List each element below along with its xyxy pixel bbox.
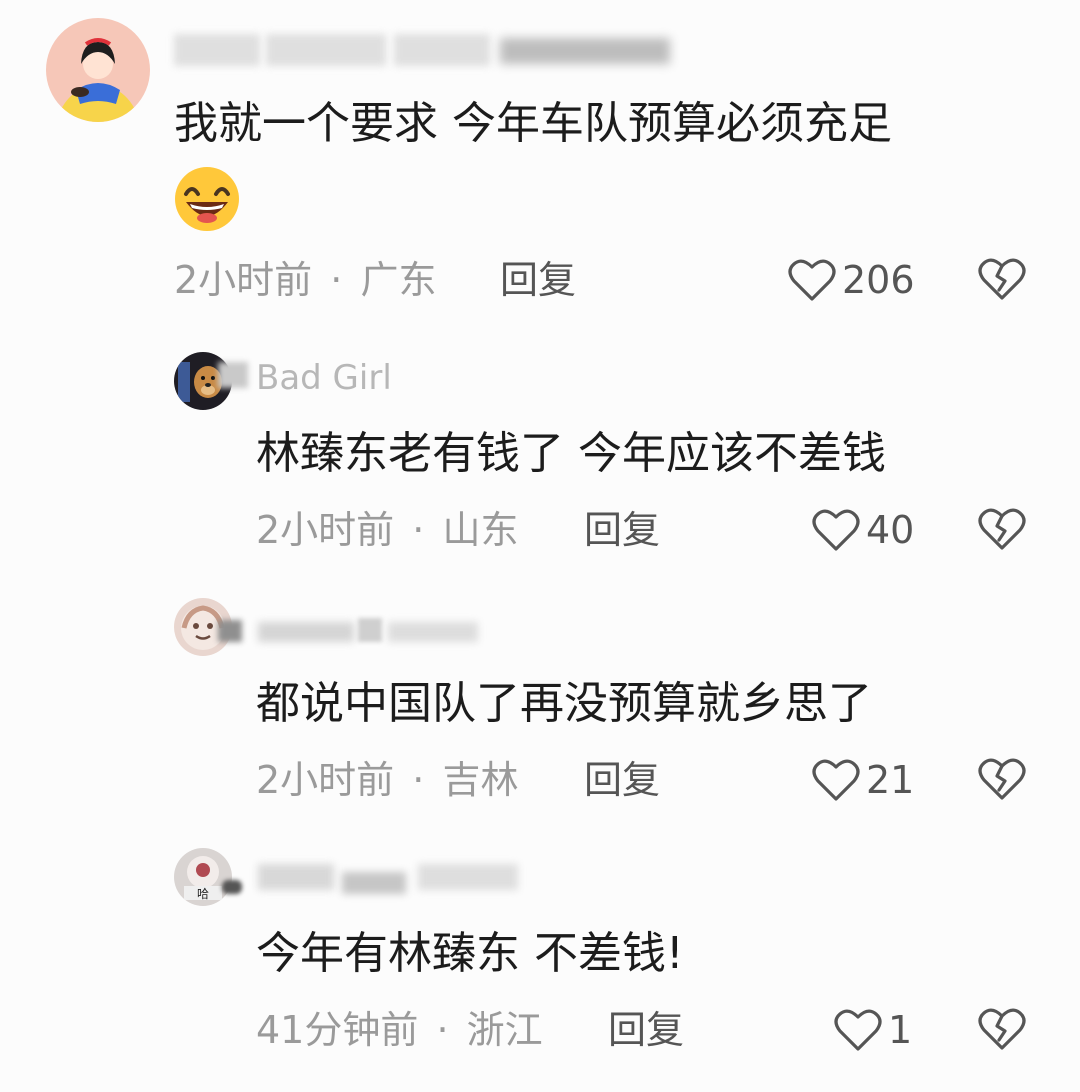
heart-icon bbox=[812, 759, 860, 801]
comment-text: 我就一个要求 今年车队预算必须充足 bbox=[174, 98, 892, 149]
like-button[interactable]: 1 bbox=[834, 1006, 912, 1054]
comment-meta: 2小时前 · 吉林 bbox=[256, 758, 518, 802]
broken-heart-icon bbox=[978, 258, 1026, 300]
comment-time: 2小时前 bbox=[256, 508, 395, 552]
broken-heart-icon bbox=[978, 1008, 1026, 1050]
comment-location: 吉林 bbox=[442, 758, 519, 802]
comment-text: 都说中国队了再没预算就乡思了 bbox=[256, 678, 872, 729]
username[interactable] bbox=[256, 852, 526, 894]
reply-button[interactable]: 回复 bbox=[584, 758, 660, 802]
comment-meta: 2小时前 · 广东 bbox=[174, 258, 436, 302]
meta-separator: · bbox=[412, 508, 425, 552]
heart-icon bbox=[812, 509, 860, 551]
comment-time: 2小时前 bbox=[174, 258, 313, 302]
heart-icon bbox=[834, 1009, 882, 1051]
like-count: 21 bbox=[866, 758, 915, 802]
dislike-button[interactable] bbox=[978, 256, 1026, 304]
dislike-button[interactable] bbox=[978, 506, 1026, 554]
snow-white-avatar-icon bbox=[46, 18, 150, 122]
like-button[interactable]: 206 bbox=[788, 256, 915, 304]
comment-meta: 2小时前 · 山东 bbox=[256, 508, 518, 552]
like-count: 1 bbox=[888, 1008, 913, 1052]
broken-heart-icon bbox=[978, 758, 1026, 800]
reply-button[interactable]: 回复 bbox=[500, 258, 576, 302]
username-redaction bbox=[218, 362, 248, 388]
dislike-button[interactable] bbox=[978, 756, 1026, 804]
like-count: 40 bbox=[866, 508, 915, 552]
like-button[interactable]: 21 bbox=[812, 756, 914, 804]
like-count: 206 bbox=[842, 258, 915, 302]
comment-meta: 41分钟前 · 浙江 bbox=[256, 1008, 543, 1052]
meta-separator: · bbox=[330, 258, 343, 302]
like-button[interactable]: 40 bbox=[812, 506, 914, 554]
grinning-face-emoji-icon bbox=[172, 166, 242, 232]
broken-heart-icon bbox=[978, 508, 1026, 550]
username-redaction bbox=[174, 28, 694, 70]
reply-button[interactable]: 回复 bbox=[584, 508, 660, 552]
comment-text: 林臻东老有钱了 今年应该不差钱 bbox=[256, 428, 886, 479]
comment-location: 山东 bbox=[442, 508, 519, 552]
avatar[interactable] bbox=[46, 18, 150, 122]
meta-separator: · bbox=[412, 758, 425, 802]
meta-separator: · bbox=[436, 1008, 449, 1052]
svg-text:哈: 哈 bbox=[197, 887, 209, 901]
comment-time: 2小时前 bbox=[256, 758, 395, 802]
comment-location: 广东 bbox=[360, 258, 437, 302]
dislike-button[interactable] bbox=[978, 1006, 1026, 1054]
comment-location: 浙江 bbox=[466, 1008, 543, 1052]
reply-button[interactable]: 回复 bbox=[608, 1008, 684, 1052]
username[interactable]: Bad Girl bbox=[256, 358, 392, 400]
comment-time: 41分钟前 bbox=[256, 1008, 419, 1052]
username[interactable] bbox=[256, 604, 486, 646]
comment-text: 今年有林臻东 不差钱! bbox=[256, 928, 684, 979]
heart-icon bbox=[788, 259, 836, 301]
